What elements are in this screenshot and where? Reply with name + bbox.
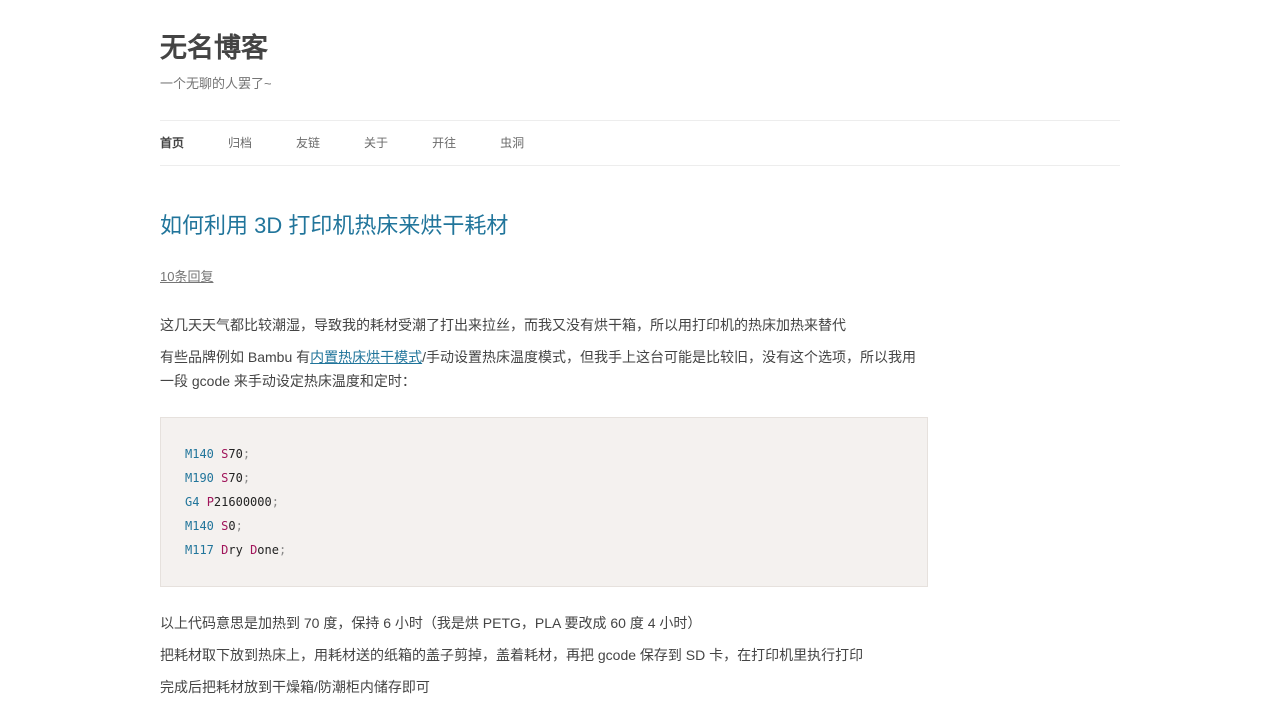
gcode-command: G4	[185, 495, 200, 509]
main-nav: 首页 归档 友链 关于 开往 虫洞	[160, 120, 1120, 166]
post-paragraph-5: 完成后把耗材放到干燥箱/防潮柜内储存即可	[160, 679, 430, 695]
gcode-value: 70	[228, 447, 243, 461]
code-line: G4 P21600000;	[185, 490, 279, 514]
gcode-semicolon: ;	[242, 471, 251, 485]
nav-item-home[interactable]: 首页	[160, 121, 184, 165]
nav-item-wormhole[interactable]: 虫洞	[500, 121, 524, 165]
gcode-value: 70	[228, 471, 243, 485]
gcode-command: M190	[185, 471, 214, 485]
nav-item-archive[interactable]: 归档	[228, 121, 252, 165]
built-in-drying-mode-link[interactable]: 内置热床烘干模式	[310, 349, 422, 365]
post-title[interactable]: 如何利用 3D 打印机热床来烘干耗材	[160, 210, 508, 242]
gcode-value: one	[257, 543, 279, 557]
nav-item-travelling[interactable]: 开往	[432, 121, 456, 165]
paragraph-text: 有些品牌例如 Bambu 有	[160, 349, 311, 365]
post-paragraph-4: 把耗材取下放到热床上，用耗材送的纸箱的盖子剪掉，盖着耗材，再把 gcode 保存…	[160, 647, 864, 663]
gcode-param: P	[206, 495, 214, 509]
post-paragraph-1: 这几天天气都比较潮湿，导致我的耗材受潮了打出来拉丝，而我又没有烘干箱，所以用打印…	[160, 317, 846, 333]
gcode-semicolon: ;	[278, 543, 287, 557]
code-line: M140 S70;	[185, 442, 250, 466]
gcode-value: 21600000	[213, 495, 272, 509]
post-paragraph-2: 有些品牌例如 Bambu 有内置热床烘干模式/手动设置热床温度模式，但我手上这台…	[160, 345, 928, 393]
code-line: M190 S70;	[185, 466, 250, 490]
code-block[interactable]: M140 S70; M190 S70; G4 P21600000; M140 S…	[160, 417, 928, 587]
site-tagline: 一个无聊的人罢了~	[160, 76, 272, 91]
gcode-command: M117	[185, 543, 214, 557]
code-line: M140 S0;	[185, 514, 243, 538]
gcode-semicolon: ;	[235, 519, 243, 533]
site-title[interactable]: 无名博客	[160, 30, 268, 66]
code-line: M117 Dry Done;	[185, 538, 286, 562]
post-paragraph-3: 以上代码意思是加热到 70 度，保持 6 小时（我是烘 PETG，PLA 要改成…	[160, 615, 702, 631]
nav-item-about[interactable]: 关于	[364, 121, 388, 165]
gcode-command: M140	[185, 447, 214, 461]
gcode-semicolon: ;	[271, 495, 279, 509]
gcode-semicolon: ;	[242, 447, 251, 461]
gcode-command: M140	[185, 519, 214, 533]
gcode-value: 0	[228, 519, 236, 533]
comments-link[interactable]: 10条回复	[160, 268, 213, 286]
gcode-value: ry	[228, 543, 251, 557]
nav-item-links[interactable]: 友链	[296, 121, 320, 165]
